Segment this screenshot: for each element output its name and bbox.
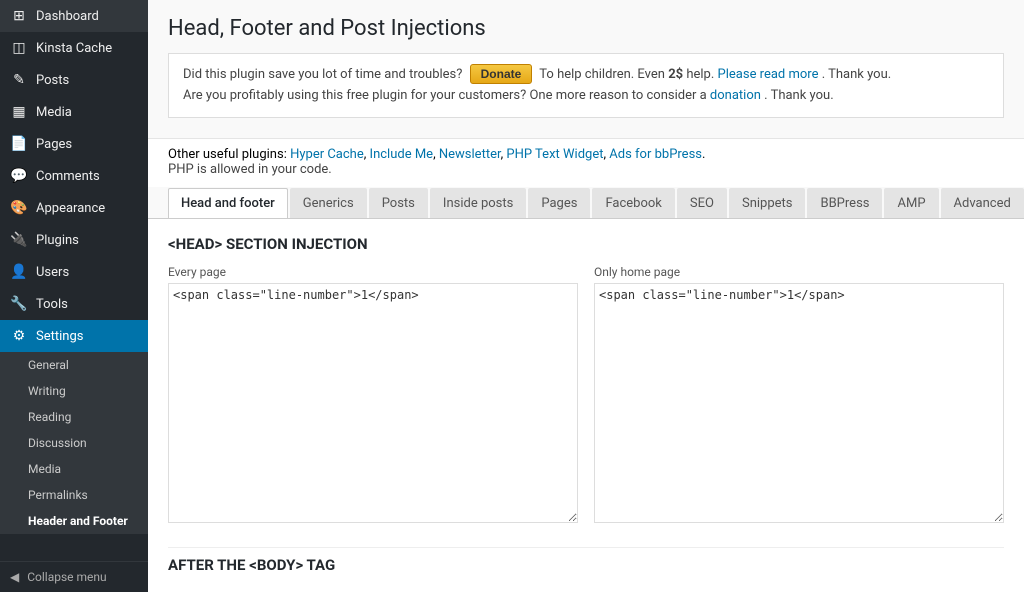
plugin-include-me[interactable]: Include Me — [370, 147, 434, 162]
notice-box: Did this plugin save you lot of time and… — [168, 53, 1004, 118]
plugins-line: Other useful plugins: Hyper Cache, Inclu… — [148, 139, 1024, 162]
textarea-every-page-group: Every page <span class="line-number">1</… — [168, 265, 578, 523]
donate-button[interactable]: Donate — [470, 64, 533, 84]
tab-seo[interactable]: SEO — [677, 188, 727, 219]
head-section-title: <HEAD> SECTION INJECTION — [168, 235, 1004, 253]
sidebar-item-tools[interactable]: 🔧 Tools — [0, 288, 148, 320]
sub-media[interactable]: Media — [0, 456, 148, 482]
plugin-newsletter[interactable]: Newsletter — [439, 147, 501, 162]
sidebar-item-label: Kinsta Cache — [36, 41, 112, 56]
content-area: <HEAD> SECTION INJECTION Every page <spa… — [148, 219, 1024, 592]
notice-text3: help. — [686, 67, 714, 82]
tab-advanced[interactable]: Advanced — [941, 188, 1024, 219]
sidebar-item-label: Settings — [36, 329, 83, 344]
notice-amount: 2$ — [668, 67, 683, 82]
tab-generics[interactable]: Generics — [290, 188, 367, 219]
sidebar-item-label: Posts — [36, 73, 69, 88]
sidebar-item-label: Comments — [36, 169, 100, 184]
kinsta-icon: ◫ — [10, 40, 28, 56]
notice-text4: . Thank you. — [822, 67, 891, 82]
sidebar-item-label: Dashboard — [36, 9, 99, 24]
sidebar-item-label: Tools — [36, 297, 68, 312]
page-title: Head, Footer and Post Injections — [168, 16, 1004, 41]
appearance-icon: 🎨 — [10, 200, 28, 216]
tab-bbpress[interactable]: BBPress — [807, 188, 882, 219]
php-note: PHP is allowed in your code. — [148, 162, 1024, 187]
tabs-bar: Head and footer Generics Posts Inside po… — [148, 187, 1024, 219]
comments-icon: 💬 — [10, 168, 28, 184]
dashboard-icon: ⊞ — [10, 8, 28, 24]
textarea-home-page-group: Only home page <span class="line-number"… — [594, 265, 1004, 523]
sidebar-item-label: Users — [36, 265, 69, 280]
notice-line-1: Did this plugin save you lot of time and… — [183, 64, 989, 86]
every-page-label: Every page — [168, 265, 578, 279]
plugins-prefix: Other useful plugins: — [168, 147, 287, 162]
home-page-textarea[interactable]: <span class="line-number">1</span> — [594, 283, 1004, 523]
sidebar-item-label: Appearance — [36, 201, 105, 216]
sidebar: ⊞ Dashboard ◫ Kinsta Cache ✎ Posts ▦ Med… — [0, 0, 148, 592]
sidebar-item-settings[interactable]: ⚙ Settings — [0, 320, 148, 352]
tab-posts[interactable]: Posts — [369, 188, 428, 219]
sub-reading[interactable]: Reading — [0, 404, 148, 430]
sidebar-item-appearance[interactable]: 🎨 Appearance — [0, 192, 148, 224]
sub-writing[interactable]: Writing — [0, 378, 148, 404]
sub-permalinks[interactable]: Permalinks — [0, 482, 148, 508]
head-textarea-row: Every page <span class="line-number">1</… — [168, 265, 1004, 523]
plugin-ads-bbpress[interactable]: Ads for bbPress — [609, 147, 702, 162]
notice-line-2: Are you profitably using this free plugi… — [183, 86, 989, 107]
main-content: Head, Footer and Post Injections Did thi… — [148, 0, 1024, 592]
collapse-menu-button[interactable]: ◀ Collapse menu — [0, 561, 148, 592]
sidebar-item-label: Pages — [36, 137, 72, 152]
tab-head-footer[interactable]: Head and footer — [168, 188, 288, 219]
plugins-icon: 🔌 — [10, 232, 28, 248]
sidebar-item-pages[interactable]: 📄 Pages — [0, 128, 148, 160]
sidebar-item-comments[interactable]: 💬 Comments — [0, 160, 148, 192]
notice-text2: To help children. Even — [539, 67, 665, 82]
page-header: Head, Footer and Post Injections Did thi… — [148, 0, 1024, 139]
sidebar-item-dashboard[interactable]: ⊞ Dashboard — [0, 0, 148, 32]
sidebar-item-media[interactable]: ▦ Media — [0, 96, 148, 128]
sub-discussion[interactable]: Discussion — [0, 430, 148, 456]
media-icon: ▦ — [10, 104, 28, 120]
collapse-icon: ◀ — [10, 570, 19, 584]
plugin-php-text[interactable]: PHP Text Widget — [506, 147, 603, 162]
tab-facebook[interactable]: Facebook — [592, 188, 674, 219]
tools-icon: 🔧 — [10, 296, 28, 312]
sidebar-item-label: Plugins — [36, 233, 79, 248]
collapse-label: Collapse menu — [27, 570, 106, 584]
pages-icon: 📄 — [10, 136, 28, 152]
settings-icon: ⚙ — [10, 328, 28, 344]
sidebar-item-plugins[interactable]: 🔌 Plugins — [0, 224, 148, 256]
tab-snippets[interactable]: Snippets — [729, 188, 806, 219]
sub-general[interactable]: General — [0, 352, 148, 378]
home-page-label: Only home page — [594, 265, 1004, 279]
notice-text1: Did this plugin save you lot of time and… — [183, 67, 462, 82]
settings-submenu: General Writing Reading Discussion Media… — [0, 352, 148, 534]
tab-pages[interactable]: Pages — [528, 188, 590, 219]
sidebar-item-label: Media — [36, 105, 72, 120]
every-page-textarea[interactable]: <span class="line-number">1</span> — [168, 283, 578, 523]
sub-header-footer[interactable]: Header and Footer — [0, 508, 148, 534]
notice-text6: . Thank you. — [764, 88, 833, 103]
posts-icon: ✎ — [10, 72, 28, 88]
users-icon: 👤 — [10, 264, 28, 280]
sidebar-item-posts[interactable]: ✎ Posts — [0, 64, 148, 96]
notice-text5: Are you profitably using this free plugi… — [183, 88, 707, 103]
sidebar-item-kinsta[interactable]: ◫ Kinsta Cache — [0, 32, 148, 64]
plugin-hyper-cache[interactable]: Hyper Cache — [290, 147, 364, 162]
tab-amp[interactable]: AMP — [884, 188, 938, 219]
donation-link[interactable]: donation — [710, 88, 761, 103]
sidebar-item-users[interactable]: 👤 Users — [0, 256, 148, 288]
read-more-link[interactable]: Please read more — [718, 67, 819, 82]
tab-inside-posts[interactable]: Inside posts — [430, 188, 526, 219]
after-body-title: AFTER THE <BODY> TAG — [168, 547, 1004, 574]
